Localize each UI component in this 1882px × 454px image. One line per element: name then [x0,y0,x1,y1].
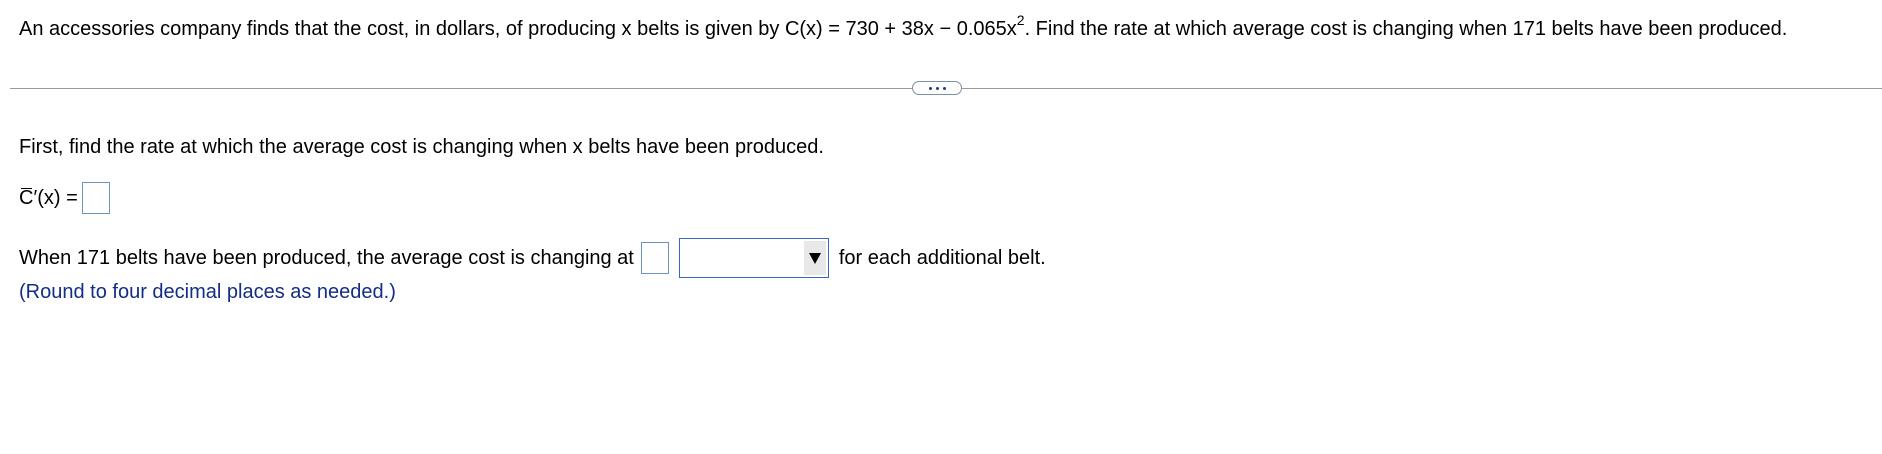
step-instruction: First, find the rate at which the averag… [19,136,824,158]
derivative-answer-row: C ′(x) = [19,182,110,214]
rate-sentence: When 171 belts have been produced, the a… [19,238,1046,278]
question-prefix: An accessories company finds that the co… [19,18,785,40]
rate-direction-dropdown[interactable] [678,238,829,278]
rate-sentence-after: for each additional belt. [838,246,1046,269]
question-text: An accessories company finds that the co… [19,13,1788,44]
derivative-label: ′(x) = [33,186,78,209]
expand-more-button[interactable] [912,81,962,95]
cost-formula-base: C(x) = 730 + 38x − 0.065x [784,18,1017,40]
dropdown-arrow-icon[interactable] [803,241,826,275]
ellipsis-icon-dot-2 [935,86,939,90]
cost-formula-exponent: 2 [1016,12,1025,29]
question-suffix: . Find the rate at which average cost is… [1024,18,1788,40]
ellipsis-icon-dot-3 [942,86,946,90]
cost-formula: C(x) = 730 + 38x − 0.065x2 [784,13,1025,40]
ellipsis-icon [928,86,932,90]
derivative-answer-input[interactable] [81,182,110,214]
rounding-hint: (Round to four decimal places as needed.… [19,281,396,303]
rate-sentence-before: When 171 belts have been produced, the a… [19,246,634,269]
rate-value-input[interactable] [640,242,669,274]
average-cost-symbol: C [19,186,34,209]
